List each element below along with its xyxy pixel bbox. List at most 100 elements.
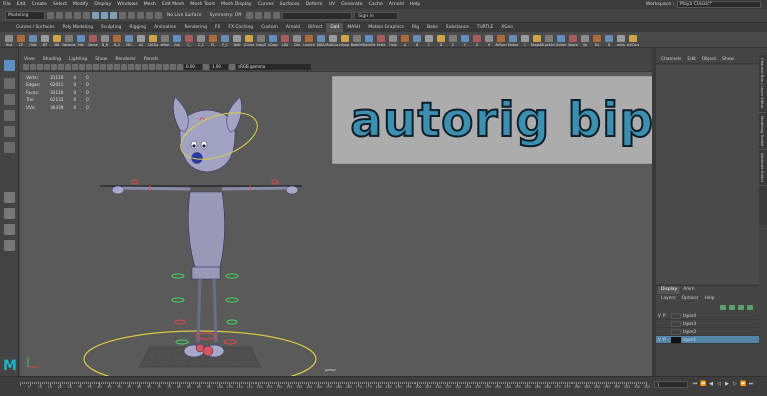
- shelf-button[interactable]: Ds: [591, 32, 603, 47]
- antialiasing-icon[interactable]: [149, 64, 155, 70]
- view-transform-dropdown[interactable]: sRGB gamma: [236, 64, 311, 70]
- channel-box-menu-item[interactable]: Show: [719, 57, 737, 62]
- shelf-button[interactable]: TrackFix: [363, 32, 375, 47]
- shelf-tab[interactable]: Rigging: [125, 23, 150, 32]
- viewport-menu-item[interactable]: Panels: [140, 57, 162, 62]
- menu-item[interactable]: Deform: [303, 2, 326, 7]
- shelf-button[interactable]: Hide: [27, 32, 39, 47]
- layer-row[interactable]: V Player4: [656, 312, 759, 320]
- shelf-button[interactable]: BakeOn: [351, 32, 363, 47]
- step-forward-frame-icon[interactable]: ▷: [732, 381, 738, 387]
- wireframe-icon[interactable]: [93, 64, 99, 70]
- rotate-tool-icon[interactable]: [4, 126, 15, 137]
- shelf-tab[interactable]: Custom: [257, 23, 282, 32]
- layer-color-swatch[interactable]: [671, 320, 681, 327]
- layer-name[interactable]: layer1: [683, 337, 759, 342]
- move-tool-icon[interactable]: [4, 110, 15, 121]
- signin-button[interactable]: Sign In: [354, 11, 399, 20]
- menu-item[interactable]: Cache: [366, 2, 386, 7]
- shelf-button[interactable]: All: [135, 32, 147, 47]
- shelf-button[interactable]: MT: [39, 32, 51, 47]
- safe-action-icon[interactable]: [86, 64, 92, 70]
- camera-select-icon[interactable]: [23, 64, 29, 70]
- shelf-button[interactable]: Launch: [303, 32, 315, 47]
- shelf-tab[interactable]: Substance: [442, 23, 473, 32]
- channel-box-menu-item[interactable]: Channels: [658, 57, 684, 62]
- shelf-button[interactable]: B: [411, 32, 423, 47]
- shelf-button[interactable]: ctrlCurs: [627, 32, 639, 47]
- bookmark-icon[interactable]: [37, 64, 43, 70]
- gate-mask-icon[interactable]: [72, 64, 78, 70]
- go-to-end-icon[interactable]: ⏭: [748, 381, 754, 387]
- layer-color-swatch[interactable]: [671, 312, 681, 319]
- shelf-button[interactable]: Snap: [339, 32, 351, 47]
- step-back-frame-icon[interactable]: ◀: [708, 381, 714, 387]
- shelf-button[interactable]: D: [435, 32, 447, 47]
- render-icon[interactable]: [246, 12, 254, 19]
- shelf-tab[interactable]: Bifrost: [304, 23, 326, 32]
- shelf-tab[interactable]: Curves / Surfaces: [12, 23, 59, 32]
- shelf-button[interactable]: Split: [231, 32, 243, 47]
- play-forward-icon[interactable]: ▶: [724, 381, 730, 387]
- gamma-field[interactable]: 1.00: [210, 64, 228, 70]
- side-panel-tab[interactable]: Modeling Toolkit: [759, 113, 766, 151]
- shelf-button[interactable]: C_C: [195, 32, 207, 47]
- snap-grid-icon[interactable]: [119, 12, 126, 19]
- layer-name[interactable]: layer2: [683, 329, 759, 334]
- menu-item[interactable]: Edit Mesh: [159, 2, 187, 7]
- select-component-icon[interactable]: [110, 12, 117, 19]
- isolate-select-icon[interactable]: [170, 64, 176, 70]
- channel-box-menu-item[interactable]: Edit: [684, 57, 699, 62]
- single-view-layout-icon[interactable]: [4, 192, 15, 203]
- shelf-button[interactable]: R: [603, 32, 615, 47]
- shelf-tab[interactable]: Gait: [326, 23, 344, 32]
- hypershade-icon[interactable]: [273, 12, 281, 19]
- layer-visibility-toggle[interactable]: V: [656, 337, 663, 342]
- image-plane-icon[interactable]: [44, 64, 50, 70]
- shelf-button[interactable]: E: [447, 32, 459, 47]
- shelf-button[interactable]: C: [423, 32, 435, 47]
- shelf-button[interactable]: Hist: [3, 32, 15, 47]
- layer-playback-toggle[interactable]: P: [663, 337, 671, 342]
- color-management-icon[interactable]: [229, 64, 235, 70]
- paint-select-tool-icon[interactable]: [4, 94, 15, 105]
- smooth-shade-icon[interactable]: [100, 64, 106, 70]
- shelf-button[interactable]: offset: [159, 32, 171, 47]
- xray-icon[interactable]: [156, 64, 162, 70]
- shelf-button[interactable]: Space: [567, 32, 579, 47]
- menu-item[interactable]: Select: [50, 2, 70, 7]
- layer-editor-menu-item[interactable]: Options: [679, 296, 702, 301]
- shelf-button[interactable]: Scale: [375, 32, 387, 47]
- wireframe-on-shaded-icon[interactable]: [107, 64, 113, 70]
- exposure-field[interactable]: 0.00: [184, 64, 202, 70]
- menu-item[interactable]: Windows: [114, 2, 141, 7]
- channel-box-menu-item[interactable]: Object: [699, 57, 719, 62]
- open-scene-icon[interactable]: [56, 12, 63, 19]
- symmetry-label[interactable]: Symmetry: Off: [206, 13, 244, 18]
- live-surface-label[interactable]: No Live Surface: [164, 13, 204, 18]
- layer-color-swatch[interactable]: [671, 336, 681, 343]
- layer-row[interactable]: layer3: [656, 320, 759, 328]
- shelf-button[interactable]: Parent: [507, 32, 519, 47]
- layer-visibility-toggle[interactable]: V: [656, 313, 663, 318]
- shelf-tab[interactable]: Rendering: [180, 23, 210, 32]
- grid-icon[interactable]: [51, 64, 57, 70]
- menu-set-dropdown[interactable]: Modeling: [5, 11, 45, 20]
- shelf-button[interactable]: JCurve: [243, 32, 255, 47]
- scale-tool-icon[interactable]: [4, 142, 15, 153]
- menu-item[interactable]: UV: [326, 2, 339, 7]
- shelf-tab[interactable]: MASH: [343, 23, 364, 32]
- shelf-button[interactable]: H: [483, 32, 495, 47]
- layer-playback-toggle[interactable]: P: [663, 313, 671, 318]
- shelf-tab[interactable]: FX: [211, 23, 225, 32]
- outliner-layout-icon[interactable]: [4, 240, 15, 251]
- render-settings-icon[interactable]: [264, 12, 272, 19]
- shelf-tab[interactable]: FX Caching: [224, 23, 257, 32]
- shelf-button[interactable]: CtrlSty: [147, 32, 159, 47]
- step-forward-key-icon[interactable]: ⏩: [740, 381, 746, 387]
- shelf-tab[interactable]: TURTLE: [473, 23, 498, 32]
- shelf-button[interactable]: LockAll: [543, 32, 555, 47]
- menu-item[interactable]: Surfaces: [277, 2, 303, 7]
- shelf-button[interactable]: sCopy: [267, 32, 279, 47]
- shelf-button[interactable]: Vp: [579, 32, 591, 47]
